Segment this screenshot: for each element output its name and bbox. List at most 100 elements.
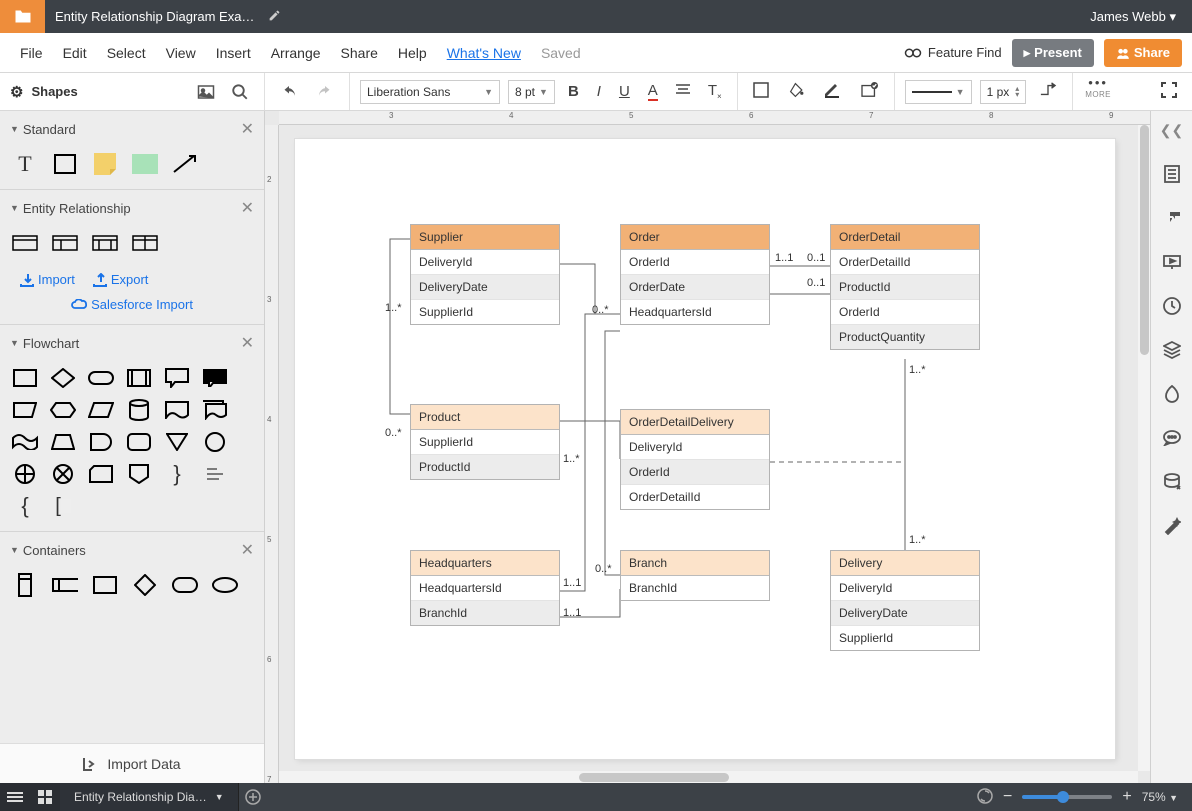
fc-doc[interactable] [164,399,190,421]
entity-headquarters[interactable]: Headquarters HeadquartersId BranchId [410,550,560,626]
scrollbar-horizontal[interactable] [279,771,1138,783]
rect-shape[interactable] [52,153,78,175]
close-icon[interactable]: ✕ [241,540,254,560]
fc-sumjunc[interactable] [12,463,38,485]
entity-product[interactable]: Product SupplierId ProductId [410,404,560,480]
menu-arrange[interactable]: Arrange [261,45,331,61]
zoom-out-icon[interactable]: − [1003,788,1012,806]
underline-icon[interactable]: U [619,83,630,100]
cont-4[interactable] [132,574,158,596]
entity-order[interactable]: Order OrderId OrderDate HeadquartersId [620,224,770,325]
menu-whats-new[interactable]: What's New [437,45,531,61]
history-icon[interactable] [1161,295,1183,317]
cont-6[interactable] [212,574,238,596]
folder-icon[interactable] [0,0,45,33]
present-button[interactable]: ▸ Present [1012,39,1094,67]
menu-view[interactable]: View [156,45,206,61]
fc-notes[interactable] [202,463,228,485]
line-shape-icon[interactable] [1039,82,1057,101]
panel-containers-header[interactable]: ▼Containers✕ [0,532,264,568]
menu-help[interactable]: Help [388,45,437,61]
fc-hex[interactable] [50,399,76,421]
cont-1[interactable] [12,574,38,596]
zoom-in-icon[interactable]: + [1122,788,1131,806]
er-shape-3[interactable] [92,232,118,254]
er-shape-1[interactable] [12,232,38,254]
menu-share[interactable]: Share [331,45,388,61]
menu-select[interactable]: Select [97,45,156,61]
fc-manual[interactable] [12,399,38,421]
comments-icon[interactable] [1161,207,1183,229]
er-shape-4[interactable] [132,232,158,254]
collapse-dock-icon[interactable]: ❮❮ [1161,119,1183,141]
border-color-icon[interactable] [825,82,841,101]
fullscreen-icon[interactable] [1161,82,1177,101]
scrollbar-vertical[interactable] [1138,125,1150,771]
italic-icon[interactable]: I [597,83,601,100]
menu-edit[interactable]: Edit [53,45,97,61]
panel-standard-header[interactable]: ▼Standard✕ [0,111,264,147]
text-color-icon[interactable]: A [648,83,658,101]
import-link[interactable]: Import [20,272,75,287]
fc-offpage[interactable] [126,463,152,485]
salesforce-import-link[interactable]: Salesforce Import [71,297,193,312]
entity-delivery[interactable]: Delivery DeliveryId DeliveryDate Supplie… [830,550,980,651]
fc-card[interactable] [88,463,114,485]
fc-dshape[interactable] [88,431,114,453]
panel-entity-header[interactable]: ▼Entity Relationship✕ [0,190,264,226]
entity-supplier[interactable]: Supplier DeliveryId DeliveryDate Supplie… [410,224,560,325]
cont-5[interactable] [172,574,198,596]
panel-flowchart-header[interactable]: ▼Flowchart✕ [0,325,264,361]
sync-icon[interactable] [977,788,993,807]
cont-2[interactable] [52,574,78,596]
entity-orderdetaildelivery[interactable]: OrderDetailDelivery DeliveryId OrderId O… [620,409,770,510]
image-icon[interactable] [192,78,220,106]
fc-cylinder[interactable] [126,399,152,421]
line-width-input[interactable]: 1 px▴▾ [980,80,1027,104]
er-shape-2[interactable] [52,232,78,254]
fc-brace-l[interactable]: { [12,495,38,517]
fc-parallelogram[interactable] [88,399,114,421]
zoom-level[interactable]: 75% ▼ [1142,790,1178,804]
text-shape[interactable]: T [12,153,38,175]
menu-insert[interactable]: Insert [206,45,261,61]
page-tab[interactable]: Entity Relationship Dia…▼ [60,783,239,811]
more-icon[interactable]: ••• [1088,75,1108,90]
canvas[interactable]: 3 4 5 6 7 8 9 2 3 4 5 6 7 [265,111,1150,783]
undo-icon[interactable] [275,78,303,106]
close-icon[interactable]: ✕ [241,119,254,139]
shape-outline-icon[interactable] [753,82,769,101]
shapes-panel-header[interactable]: Shapes [10,83,78,101]
fc-trap[interactable] [50,431,76,453]
redo-icon[interactable] [311,78,339,106]
page[interactable]: Supplier DeliveryId DeliveryDate Supplie… [295,139,1115,759]
fill-icon[interactable] [789,82,805,101]
document-title[interactable]: Entity Relationship Diagram Exa… [55,9,254,24]
add-page-button[interactable] [239,783,267,811]
note-shape[interactable] [92,153,118,175]
fc-diamond[interactable] [50,367,76,389]
cont-3[interactable] [92,574,118,596]
clear-format-icon[interactable]: T× [708,82,722,101]
present-panel-icon[interactable] [1161,251,1183,273]
rename-icon[interactable] [268,9,281,25]
align-icon[interactable] [676,84,690,99]
chat-icon[interactable] [1161,427,1183,449]
fc-rect[interactable] [12,367,38,389]
outline-view-icon[interactable] [0,783,30,811]
feature-find[interactable]: Feature Find [904,45,1002,60]
shape-options-icon[interactable] [861,82,879,101]
font-family-select[interactable]: Liberation Sans▼ [360,80,500,104]
share-button[interactable]: Share [1104,39,1182,67]
fc-tape[interactable] [12,431,38,453]
grid-view-icon[interactable] [30,783,60,811]
bold-icon[interactable]: B [568,83,579,100]
close-icon[interactable]: ✕ [241,198,254,218]
fc-roundrect[interactable] [126,431,152,453]
fc-display[interactable] [202,367,228,389]
magic-icon[interactable] [1161,515,1183,537]
fc-or[interactable] [50,463,76,485]
theme-icon[interactable] [1161,383,1183,405]
fc-callout[interactable] [164,367,190,389]
fc-brace-r[interactable]: } [164,463,190,485]
